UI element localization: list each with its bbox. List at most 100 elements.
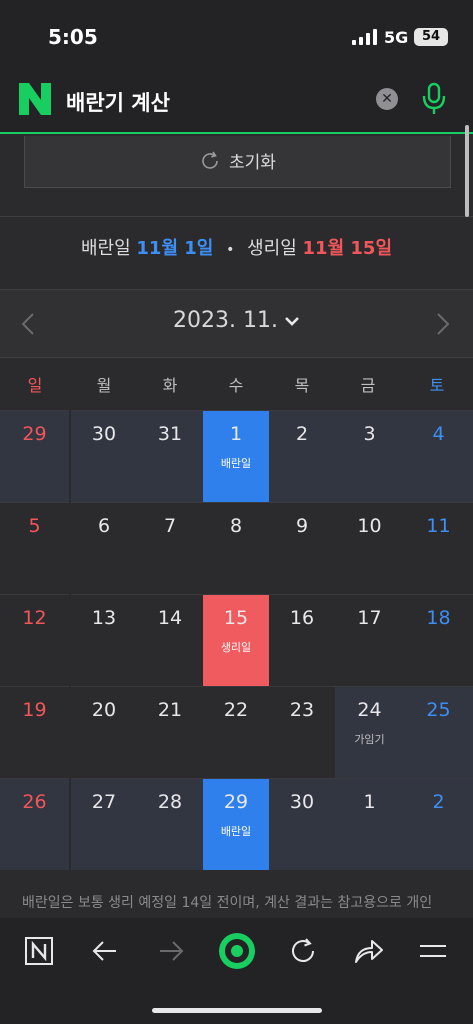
calendar-day-cell[interactable]: 28: [137, 778, 203, 870]
day-number: 21: [157, 699, 183, 721]
back-arrow-icon[interactable]: [88, 936, 122, 966]
day-number: 10: [357, 515, 382, 537]
weekday-sat: 토: [429, 376, 445, 395]
weekday-thu: 목: [294, 376, 310, 395]
calendar-day-cell[interactable]: 1: [335, 778, 404, 870]
weekday-fri: 금: [360, 376, 376, 395]
day-number: 25: [426, 699, 451, 721]
scrollbar[interactable]: [465, 125, 469, 217]
weekday-mon: 월: [96, 376, 112, 395]
calendar-day-cell[interactable]: 21: [137, 686, 203, 778]
microphone-icon[interactable]: [421, 82, 447, 116]
day-label: 가임기: [354, 733, 385, 746]
calendar-day-cell[interactable]: 23: [269, 686, 335, 778]
day-number: 14: [157, 607, 183, 629]
signal-icon: [352, 29, 377, 45]
day-number: 1: [363, 791, 376, 813]
calendar-day-cell[interactable]: 8: [203, 502, 269, 594]
calendar-day-cell[interactable]: 4: [404, 410, 473, 502]
day-number: 23: [289, 699, 315, 721]
calendar-day-cell[interactable]: 19: [0, 686, 69, 778]
search-input[interactable]: 배란기 계산: [66, 87, 170, 117]
day-number: 24: [357, 699, 382, 721]
refresh-icon[interactable]: [286, 936, 320, 966]
share-arrow-icon[interactable]: [352, 936, 386, 966]
calendar-day-cell[interactable]: 29: [0, 410, 69, 502]
calendar-day-cell[interactable]: 11: [404, 502, 473, 594]
calendar-day-cell[interactable]: 22: [203, 686, 269, 778]
green-dot-icon[interactable]: [217, 931, 257, 971]
weekday-sun: 일: [27, 376, 43, 395]
day-number: 2: [295, 423, 309, 445]
reset-label: 초기화: [229, 153, 276, 173]
weekday-tue: 화: [162, 376, 178, 395]
calendar-day-cell[interactable]: 1 배란일: [203, 410, 269, 502]
clear-search-button[interactable]: ✕: [376, 88, 398, 110]
chevron-right-icon[interactable]: [436, 312, 450, 336]
calendar-day-cell[interactable]: 16: [269, 594, 335, 686]
day-number: 29: [223, 791, 249, 813]
calendar-day-cell[interactable]: 2: [404, 778, 473, 870]
forward-arrow-icon[interactable]: [154, 936, 188, 966]
chevron-down-icon: [285, 317, 299, 326]
period-date: 11월 15일: [302, 238, 393, 259]
calendar-day-cell[interactable]: 2: [269, 410, 335, 502]
calendar-day-cell[interactable]: 13: [71, 594, 137, 686]
month-selector[interactable]: 2023. 11.: [0, 308, 473, 333]
calendar-day-cell[interactable]: 3: [335, 410, 404, 502]
naver-home-icon[interactable]: [22, 936, 56, 966]
day-number: 2: [432, 791, 445, 813]
day-number: 26: [22, 791, 47, 813]
calendar-day-cell[interactable]: 26: [0, 778, 69, 870]
calendar-day-cell[interactable]: 12: [0, 594, 69, 686]
calendar-day-cell[interactable]: 31: [137, 410, 203, 502]
search-bar: 배란기 계산 ✕: [0, 70, 473, 134]
day-number: 13: [91, 607, 117, 629]
day-number: 1: [229, 423, 243, 445]
calendar-day-cell[interactable]: 29 배란일: [203, 778, 269, 870]
calendar-day-cell[interactable]: 30: [71, 410, 137, 502]
day-number: 17: [357, 607, 382, 629]
calendar-day-cell[interactable]: 27: [71, 778, 137, 870]
home-indicator[interactable]: [152, 1008, 322, 1013]
browser-toolbar: [0, 918, 473, 1024]
close-icon: ✕: [381, 91, 393, 107]
divider: [0, 216, 473, 217]
day-number: 8: [229, 515, 243, 537]
month-label: 2023. 11.: [173, 308, 278, 333]
calendar-day-cell[interactable]: 18: [404, 594, 473, 686]
ovulation-prefix: 배란일: [80, 238, 131, 259]
calendar-day-cell[interactable]: 24 가임기: [335, 686, 404, 778]
naver-logo-icon[interactable]: [19, 83, 51, 115]
day-number: 6: [97, 515, 111, 537]
calendar-day-cell[interactable]: 25: [404, 686, 473, 778]
day-number: 22: [223, 699, 249, 721]
calculator-content: 초기화 배란일 11월 1일 • 생리일 11월 15일 2023. 11. 일…: [0, 136, 473, 918]
calendar-header: 2023. 11.: [0, 289, 473, 357]
day-number: 9: [295, 515, 309, 537]
day-number: 5: [28, 515, 41, 537]
calendar-day-cell[interactable]: 10: [335, 502, 404, 594]
status-time: 5:05: [48, 25, 98, 49]
menu-icon[interactable]: [416, 936, 450, 966]
calendar-day-cell[interactable]: 30: [269, 778, 335, 870]
day-number: 27: [91, 791, 117, 813]
disclaimer-text: 배란일은 보통 생리 예정일 14일 전이며, 계산 결과는 참고용으로 개인: [22, 895, 433, 911]
period-prefix: 생리일: [247, 238, 297, 259]
separator-dot: •: [226, 242, 235, 258]
calendar-day-cell[interactable]: 17: [335, 594, 404, 686]
day-number: 16: [289, 607, 315, 629]
calendar-day-cell[interactable]: 6: [71, 502, 137, 594]
day-number: 19: [22, 699, 47, 721]
calendar-day-cell[interactable]: 9: [269, 502, 335, 594]
calendar-day-cell[interactable]: 20: [71, 686, 137, 778]
day-number: 28: [157, 791, 183, 813]
day-label: 배란일: [220, 825, 252, 838]
calendar-day-cell[interactable]: 7: [137, 502, 203, 594]
reset-button[interactable]: 초기화: [24, 136, 451, 188]
calendar-day-cell[interactable]: 15 생리일: [203, 594, 269, 686]
weekday-wed: 수: [228, 376, 244, 395]
calendar-day-cell[interactable]: 14: [137, 594, 203, 686]
day-label: 생리일: [220, 641, 252, 654]
calendar-day-cell[interactable]: 5: [0, 502, 69, 594]
